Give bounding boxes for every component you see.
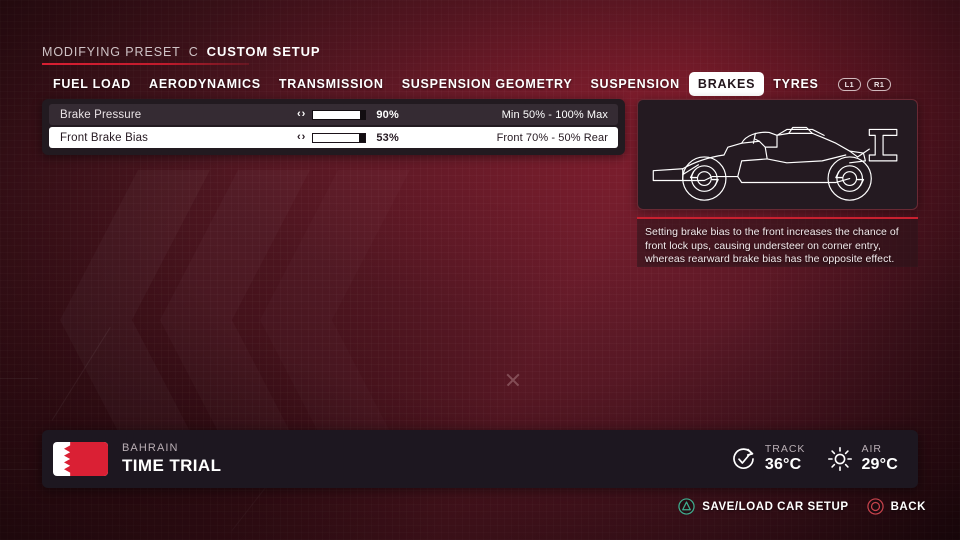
- prompt-label: SAVE/LOAD CAR SETUP: [702, 500, 849, 513]
- setting-description-text: Setting brake bias to the front increase…: [645, 226, 899, 265]
- preset-name: CUSTOM SETUP: [206, 44, 321, 59]
- setting-row-front-brake-bias[interactable]: Front Brake Bias ‹ › 53% Front 70% - 50%…: [49, 127, 618, 148]
- prompt-label: BACK: [890, 500, 926, 513]
- setting-range-label: Min 50% - 100% Max: [501, 108, 608, 121]
- f1-car-side-profile-icon: [652, 126, 898, 201]
- modifying-preset-label: MODIFYING PRESET: [42, 45, 181, 59]
- decrement-arrow-icon[interactable]: ‹: [297, 132, 301, 143]
- air-temperature-label: AIR: [861, 443, 882, 456]
- setting-description-panel: Setting brake bias to the front increase…: [637, 217, 918, 267]
- decrement-arrow-icon[interactable]: ‹: [297, 109, 301, 120]
- track-temperature-readout: TRACK 36°C: [731, 444, 806, 474]
- air-temperature-value: 29°C: [861, 456, 898, 474]
- shoulder-button-l1-icon[interactable]: L1: [837, 77, 862, 91]
- setting-range-label: Front 70% - 50% Rear: [496, 131, 608, 144]
- track-temperature-value: 36°C: [764, 456, 802, 474]
- prompt-back[interactable]: BACK: [866, 498, 926, 515]
- tab-brakes[interactable]: BRAKES: [688, 72, 765, 96]
- tab-suspension[interactable]: SUSPENSION: [581, 72, 688, 96]
- shoulder-button-r1-icon[interactable]: R1: [867, 77, 892, 91]
- setting-slider-fill: [313, 110, 361, 119]
- tab-fuel-load[interactable]: FUEL LOAD: [44, 72, 140, 96]
- header-underline: [42, 63, 249, 65]
- venue-info: BAHRAIN TIME TRIAL: [122, 441, 222, 476]
- track-temperature-label: TRACK: [764, 443, 806, 456]
- session-mode: TIME TRIAL: [122, 456, 222, 476]
- air-temperature-readout: AIR 29°C: [827, 444, 898, 474]
- setting-arrows: ‹ ›: [297, 132, 305, 143]
- setting-label: Front Brake Bias: [60, 131, 149, 144]
- shoulder-button-hints: L1 R1: [837, 77, 892, 91]
- session-info-bar: BAHRAIN TIME TRIAL TRACK 36°C AIR 29°C: [42, 430, 918, 488]
- tab-aerodynamics[interactable]: AERODYNAMICS: [140, 72, 270, 96]
- setting-slider-track[interactable]: [312, 109, 367, 120]
- setting-slider-fill: [313, 133, 360, 142]
- increment-arrow-icon[interactable]: ›: [302, 132, 306, 143]
- increment-arrow-icon[interactable]: ›: [302, 109, 306, 120]
- setting-arrows: ‹ ›: [297, 109, 305, 120]
- tab-transmission[interactable]: TRANSMISSION: [270, 72, 393, 96]
- header-line: MODIFYING PRESET C CUSTOM SETUP: [42, 44, 321, 59]
- tab-suspension-geometry[interactable]: SUSPENSION GEOMETRY: [393, 72, 582, 96]
- playstation-triangle-icon: [678, 498, 695, 515]
- track-temperature-icon: [733, 448, 754, 469]
- page-header: MODIFYING PRESET C CUSTOM SETUP: [42, 44, 321, 65]
- setting-control: ‹ › 90%: [297, 104, 399, 125]
- setup-settings-panel: Brake Pressure ‹ › 90% Min 50% - 100% Ma…: [42, 99, 625, 155]
- setting-value: 90%: [376, 108, 399, 121]
- prompt-save-load-car-setup[interactable]: SAVE/LOAD CAR SETUP: [678, 498, 848, 515]
- setting-row-brake-pressure[interactable]: Brake Pressure ‹ › 90% Min 50% - 100% Ma…: [49, 104, 618, 125]
- setting-control: ‹ › 53%: [297, 127, 399, 148]
- track-temperature-text: TRACK 36°C: [765, 444, 806, 474]
- setting-value: 53%: [376, 131, 399, 144]
- setup-category-tabs: FUEL LOAD AERODYNAMICS TRANSMISSION SUSP…: [44, 72, 892, 96]
- header-separator: C: [188, 45, 199, 59]
- cursor-x-marker-icon: [505, 372, 521, 388]
- air-temperature-sun-icon: [828, 447, 853, 471]
- air-temperature-text: AIR 29°C: [861, 444, 898, 474]
- bahrain-flag-icon: [53, 442, 108, 476]
- playstation-circle-icon: [866, 498, 884, 515]
- tab-tyres[interactable]: TYRES: [764, 72, 827, 96]
- flag-red-field: [64, 442, 108, 476]
- car-preview-panel: [637, 99, 918, 210]
- button-prompts: SAVE/LOAD CAR SETUP BACK: [678, 498, 926, 515]
- weather-readouts: TRACK 36°C AIR 29°C: [731, 444, 898, 474]
- venue-country: BAHRAIN: [122, 441, 179, 454]
- setting-slider-track[interactable]: [312, 132, 367, 143]
- setting-label: Brake Pressure: [60, 108, 142, 121]
